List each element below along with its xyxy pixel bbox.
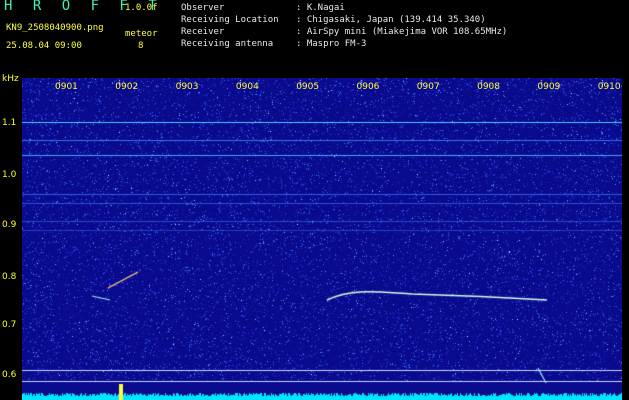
y-tick-label: 0.9: [2, 220, 17, 230]
time-tick-label: 0901: [55, 82, 78, 92]
receiver-label: Receiver: [181, 27, 225, 37]
location-label: Receiving Location: [181, 15, 279, 25]
time-tick-label: 0910: [597, 82, 621, 92]
time-tick-label: 0902: [115, 82, 139, 92]
time-tick-label: 0907: [416, 82, 440, 92]
receiver-value: : AirSpy mini (Miakejima VOR 108.65MHz): [296, 27, 508, 37]
spectrogram-panel: [22, 78, 622, 400]
meteor-label: meteor: [125, 29, 158, 39]
time-tick-label: 0906: [356, 82, 380, 92]
time-tick-label: 0903: [175, 82, 199, 92]
spectrogram-canvas: [22, 78, 622, 400]
antenna-value: : Maspro FM-3: [296, 39, 367, 49]
y-tick-label: 0.7: [2, 320, 17, 330]
observer-value: : K.Nagai: [296, 3, 345, 13]
y-tick-label: 1.0: [2, 170, 17, 180]
y-tick-label: 1.1: [2, 118, 17, 128]
observer-label: Observer: [181, 3, 225, 13]
location-value: : Chigasaki, Japan (139.414 35.340): [296, 15, 486, 25]
antenna-label: Receiving antenna: [181, 39, 274, 49]
y-axis-unit: kHz: [2, 74, 19, 84]
time-tick-label: 0908: [477, 82, 500, 92]
app-version: 1.0.0f: [125, 3, 158, 13]
y-tick-label: 0.6: [2, 370, 17, 380]
file-name: KN9_2508040900.png: [6, 23, 104, 33]
time-tick-label: 0905: [296, 82, 320, 92]
y-tick-label: 0.8: [2, 272, 17, 282]
date-time: 25.08.04 09:00: [6, 41, 82, 51]
meteor-count: 8: [138, 41, 144, 51]
time-tick-label: 0904: [235, 82, 259, 92]
time-tick-label: 0909: [537, 82, 561, 92]
